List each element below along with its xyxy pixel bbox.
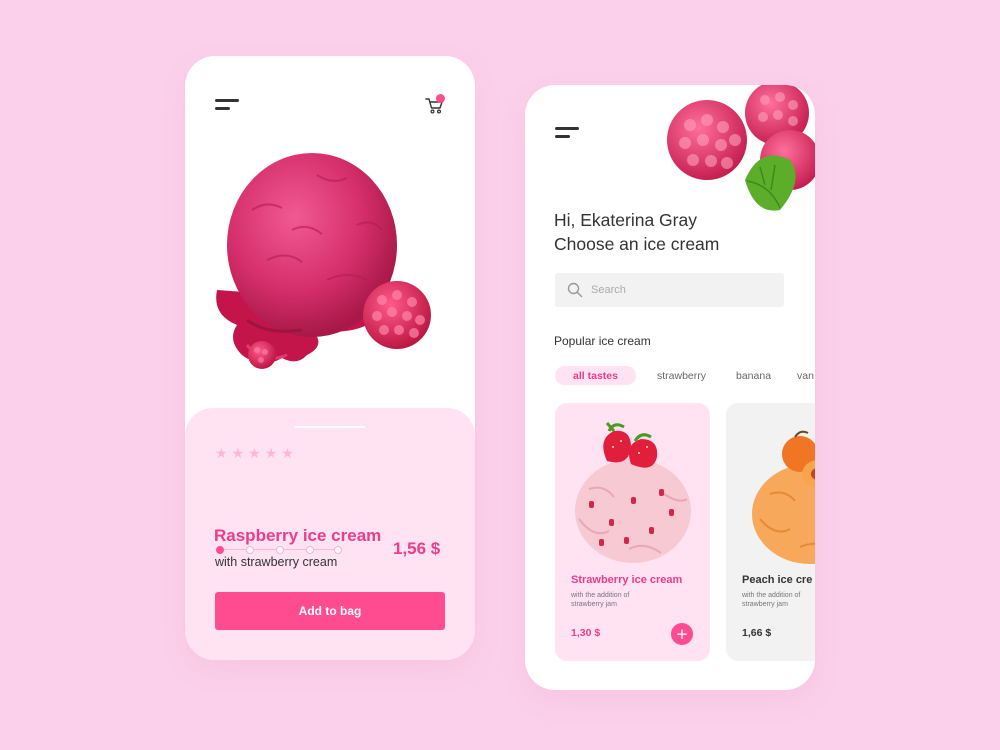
strawberry-ice-cream-image [575,422,691,563]
drag-handle[interactable] [295,426,365,428]
raspberry-ice-cream-image [216,153,431,369]
search-input[interactable]: Search [555,273,784,307]
product-price: 1,66 $ [742,627,772,639]
greeting: Hi, Ekaterina Gray Choose an ice cream [554,208,719,256]
product-description: with the addition of strawberry jam [571,592,630,608]
product-card[interactable]: Peach ice cre with the addition of straw… [726,403,815,661]
add-to-cart-button[interactable]: + [671,623,693,645]
search-icon [567,282,583,298]
rating-star[interactable]: ★ [265,447,278,461]
add-to-bag-button[interactable]: Add to bag [215,592,445,630]
product-name: Peach ice cre [742,574,813,586]
section-title: Popular ice cream [554,334,651,348]
catalog-screen: Hi, Ekaterina Gray Choose an ice cream S… [525,85,815,690]
size-option[interactable] [276,546,284,554]
product-subtitle: with strawberry cream [215,555,338,569]
size-option[interactable] [334,546,342,554]
rating-star[interactable]: ★ [215,447,228,461]
size-option[interactable] [306,546,314,554]
size-option[interactable] [246,546,254,554]
tab-strawberry[interactable]: strawberry [657,366,706,386]
size-selector[interactable] [216,545,342,555]
product-detail-screen: ★ ★ ★ ★ ★ Raspberry ice cream with straw… [185,56,475,660]
product-card[interactable]: Strawberry ice cream with the addition o… [555,403,710,661]
product-title: Raspberry ice cream [214,526,382,545]
tab-all-tastes[interactable]: all tastes [555,366,636,385]
product-description: with the addition of strawberry jam [742,592,801,608]
cart-badge [436,94,445,103]
product-price: 1,30 $ [571,627,601,639]
greeting-prompt: Choose an ice cream [554,234,720,254]
search-placeholder: Search [591,284,626,296]
raspberries-image [667,85,815,211]
tab-banana[interactable]: banana [736,366,771,386]
rating-star[interactable]: ★ [248,447,261,461]
category-tabs: all tastes strawberry banana van [555,366,815,386]
size-option[interactable] [216,546,224,554]
menu-icon[interactable] [215,99,239,113]
rating-star[interactable]: ★ [281,447,294,461]
rating-stars[interactable]: ★ ★ ★ ★ ★ [215,447,294,461]
menu-icon[interactable] [555,127,579,141]
product-name: Strawberry ice cream [571,574,683,586]
greeting-name: Hi, Ekaterina Gray [554,210,697,230]
product-price: 1,56 $ [393,539,441,558]
tab-vanilla[interactable]: van [797,366,814,386]
rating-star[interactable]: ★ [232,447,245,461]
peach-ice-cream-image [752,430,815,564]
